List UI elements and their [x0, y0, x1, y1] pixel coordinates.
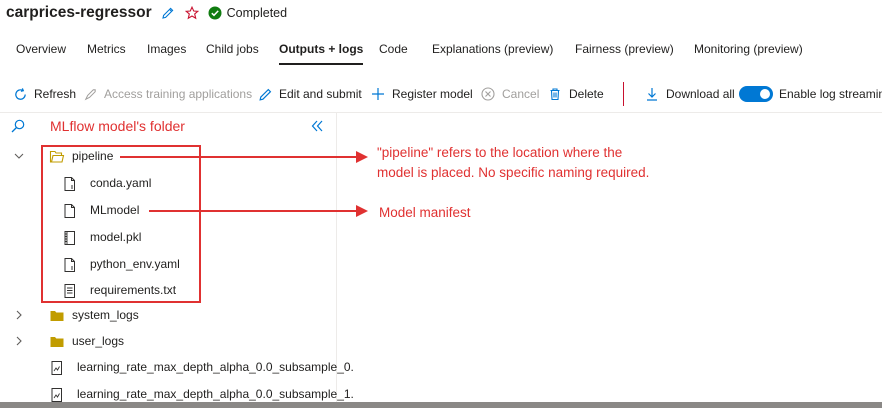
image-file-icon: [49, 387, 65, 403]
tree-label: conda.yaml: [90, 176, 152, 190]
pencil-icon[interactable]: [160, 5, 176, 21]
tab-fairness[interactable]: Fairness (preview): [575, 37, 674, 63]
delete-label: Delete: [569, 87, 604, 101]
chevron-right-icon[interactable]: [12, 308, 26, 322]
pencil-icon: [257, 86, 273, 102]
search-icon[interactable]: [10, 118, 26, 134]
tree-folder-pipeline[interactable]: pipeline: [0, 145, 336, 169]
status-text: Completed: [226, 6, 288, 20]
tree-label: user_logs: [72, 334, 125, 348]
download-all-label: Download all: [666, 87, 735, 101]
annotation-line: "pipeline" refers to the location where …: [377, 145, 623, 160]
access-training-label: Access training applications: [104, 87, 253, 101]
tab-images[interactable]: Images: [147, 37, 186, 63]
log-streaming-label: Enable log streaming: [779, 87, 882, 101]
tree-label: python_env.yaml: [90, 257, 180, 271]
window-bottom-edge: [0, 402, 882, 408]
tree-label: system_logs: [72, 308, 139, 322]
file-tree-header: MLflow model's folder: [0, 114, 336, 140]
tree-file-conda[interactable]: conda.yaml: [0, 172, 336, 196]
command-bar: Refresh Access training applications Edi…: [0, 82, 882, 106]
tab-outputs-logs[interactable]: Outputs + logs: [279, 37, 364, 65]
status-badge: Completed: [208, 6, 287, 20]
yaml-file-icon: [62, 257, 78, 273]
image-file-icon: [49, 360, 65, 376]
tree-folder-system-logs[interactable]: system_logs: [0, 304, 336, 328]
double-chevron-left-icon[interactable]: [308, 117, 326, 135]
toggle-switch[interactable]: [739, 86, 773, 102]
delete-button[interactable]: Delete: [547, 82, 604, 106]
folder-icon: [49, 334, 65, 350]
text-file-icon: [62, 283, 78, 299]
tab-code[interactable]: Code: [379, 37, 408, 63]
tab-child-jobs[interactable]: Child jobs: [206, 37, 259, 63]
tree-file-requirements[interactable]: requirements.txt: [0, 279, 336, 303]
yaml-file-icon: [62, 176, 78, 192]
folder-open-icon: [49, 149, 65, 165]
star-icon[interactable]: [184, 5, 200, 21]
tab-monitoring[interactable]: Monitoring (preview): [694, 37, 803, 63]
binary-file-icon: [62, 230, 78, 246]
tab-metrics[interactable]: Metrics: [87, 37, 126, 63]
register-model-button[interactable]: Register model: [370, 82, 473, 106]
cancel-circle-icon: [480, 86, 496, 102]
log-streaming-toggle[interactable]: Enable log streaming: [739, 82, 882, 106]
tree-label: learning_rate_max_depth_alpha_0.0_subsam…: [77, 360, 354, 374]
edit-submit-label: Edit and submit: [279, 87, 362, 101]
annotation-line: model is placed. No specific naming requ…: [377, 165, 650, 180]
access-training-button[interactable]: Access training applications: [82, 82, 252, 106]
tree-file-python-env[interactable]: python_env.yaml: [0, 253, 336, 277]
tree-file-learning-rate-0[interactable]: learning_rate_max_depth_alpha_0.0_subsam…: [0, 356, 354, 380]
tree-label: pipeline: [72, 149, 114, 163]
folder-icon: [49, 308, 65, 324]
tree-label: learning_rate_max_depth_alpha_0.0_subsam…: [77, 387, 354, 401]
tree-label: requirements.txt: [90, 283, 177, 297]
tree-folder-user-logs[interactable]: user_logs: [0, 330, 336, 354]
download-all-button[interactable]: Download all: [644, 82, 735, 106]
edit-submit-button[interactable]: Edit and submit: [257, 82, 362, 106]
refresh-icon: [12, 86, 28, 102]
annotation-pipeline-note: "pipeline" refers to the location where …: [377, 143, 649, 183]
tab-explanations[interactable]: Explanations (preview): [432, 37, 553, 63]
tree-label: model.pkl: [90, 230, 142, 244]
chevron-right-icon[interactable]: [12, 334, 26, 348]
tree-file-model-pkl[interactable]: model.pkl: [0, 226, 336, 250]
download-icon: [644, 86, 660, 102]
annotation-folder-label: MLflow model's folder: [50, 118, 185, 134]
trash-icon: [547, 86, 563, 102]
check-circle-icon: [208, 6, 222, 20]
file-icon: [62, 203, 78, 219]
tree-label: MLmodel: [90, 203, 140, 217]
panel-separator: [0, 112, 882, 113]
register-model-label: Register model: [392, 87, 473, 101]
annotation-mlmodel-note: Model manifest: [379, 205, 471, 220]
cancel-label: Cancel: [502, 87, 540, 101]
chevron-down-icon[interactable]: [12, 149, 26, 163]
page-title: carprices-regressor: [6, 4, 152, 21]
refresh-label: Refresh: [34, 87, 77, 101]
cancel-button[interactable]: Cancel: [480, 82, 539, 106]
plus-icon: [370, 86, 386, 102]
tab-overview[interactable]: Overview: [16, 37, 66, 63]
tree-file-mlmodel[interactable]: MLmodel: [0, 199, 336, 223]
rocket-icon: [82, 86, 98, 102]
refresh-button[interactable]: Refresh: [12, 82, 76, 106]
run-header: carprices-regressor Completed: [6, 2, 287, 24]
toolbar-divider: [623, 82, 624, 106]
